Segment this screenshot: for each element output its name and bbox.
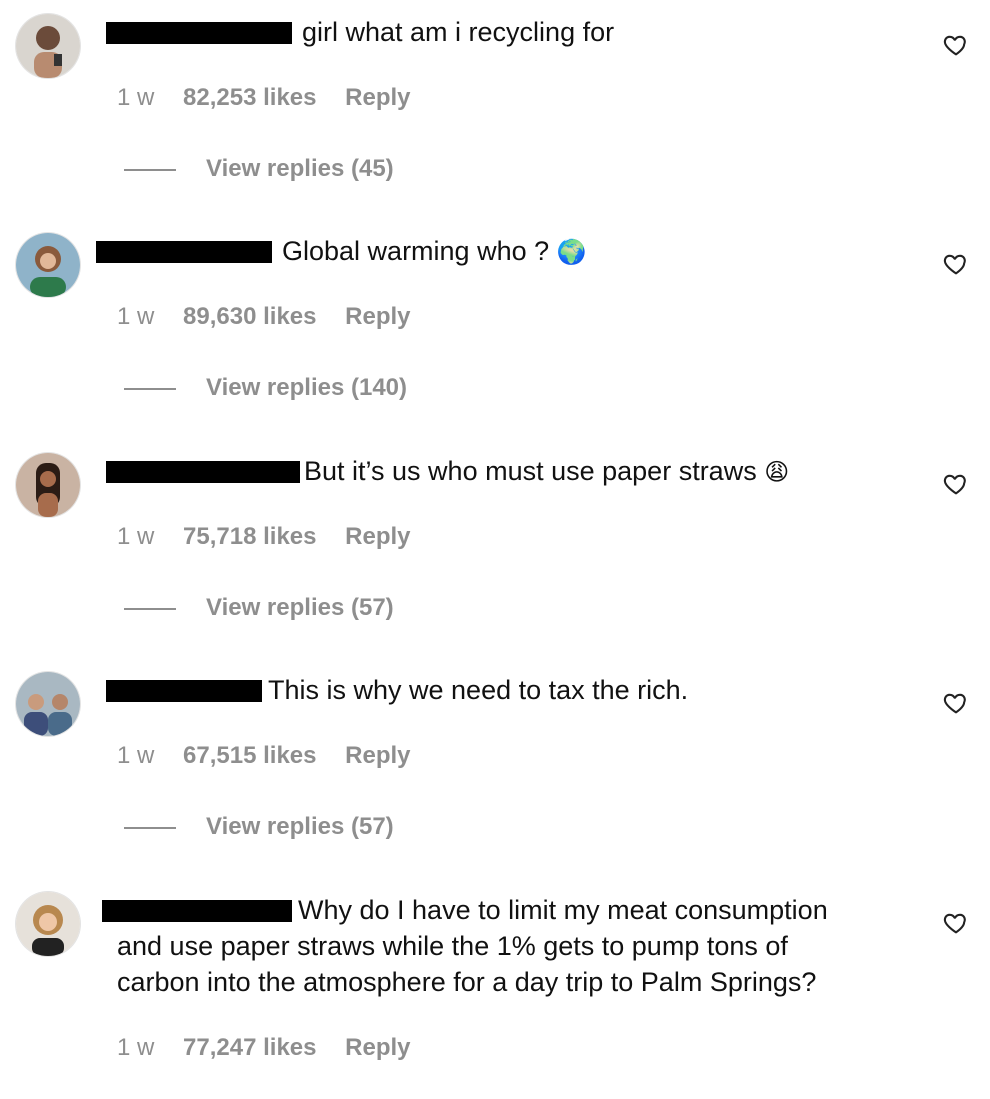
comment-age: 1 w xyxy=(117,1034,155,1061)
reply-button[interactable]: Reply xyxy=(345,84,410,111)
comment-text-body: But it’s us who must use paper straws xyxy=(304,456,757,486)
view-replies-label[interactable]: View replies (57) xyxy=(206,594,394,621)
reply-button[interactable]: Reply xyxy=(345,742,410,769)
view-replies-button[interactable]: View replies (140) xyxy=(124,374,407,402)
view-replies-button[interactable]: View replies (57) xyxy=(124,813,394,841)
redacted-username xyxy=(102,900,292,922)
like-count[interactable]: 67,515 likes xyxy=(183,742,316,769)
view-replies-button[interactable]: View replies (45) xyxy=(124,155,394,183)
comment-meta: 1 w 89,630 likes Reply xyxy=(117,303,433,331)
like-count[interactable]: 75,718 likes xyxy=(183,523,316,550)
redacted-username xyxy=(106,22,292,44)
comment-age: 1 w xyxy=(117,84,155,111)
redacted-username xyxy=(96,241,272,263)
comment-meta: 1 w 67,515 likes Reply xyxy=(117,742,433,770)
heart-outline-icon[interactable] xyxy=(942,689,970,717)
view-replies-label[interactable]: View replies (140) xyxy=(206,374,407,401)
like-count[interactable]: 82,253 likes xyxy=(183,84,316,111)
reply-button[interactable]: Reply xyxy=(345,303,410,330)
view-replies-label[interactable]: View replies (45) xyxy=(206,155,394,182)
heart-outline-icon[interactable] xyxy=(942,909,970,937)
comment-age: 1 w xyxy=(117,303,155,330)
view-replies-label[interactable]: View replies (57) xyxy=(206,813,394,840)
comment-text-line-2: and use paper straws while the 1% gets t… xyxy=(117,931,788,961)
globe-emoji: 🌍 xyxy=(556,238,587,266)
like-count[interactable]: 89,630 likes xyxy=(183,303,316,330)
comment-meta: 1 w 82,253 likes Reply xyxy=(117,84,433,112)
view-replies-button[interactable]: View replies (57) xyxy=(124,594,394,622)
divider-line xyxy=(124,387,176,390)
comment-text-body: Global warming who ? xyxy=(282,236,550,266)
user-avatar[interactable] xyxy=(16,14,80,78)
heart-outline-icon[interactable] xyxy=(942,470,970,498)
comment-text: Global warming who ? 🌍 xyxy=(282,233,587,270)
like-count[interactable]: 77,247 likes xyxy=(183,1034,316,1061)
redacted-username xyxy=(106,461,300,483)
divider-line xyxy=(124,168,176,171)
comment-text: girl what am i recycling for xyxy=(302,17,615,47)
user-avatar[interactable] xyxy=(16,233,80,297)
user-avatar[interactable] xyxy=(16,892,80,956)
divider-line xyxy=(124,607,176,610)
comment-text: This is why we need to tax the rich. xyxy=(268,675,689,705)
weary-face-emoji: 😩 xyxy=(764,458,790,486)
comment-meta: 1 w 77,247 likes Reply xyxy=(117,1034,433,1062)
comment-text: But it’s us who must use paper straws 😩 xyxy=(304,453,789,490)
user-avatar[interactable] xyxy=(16,453,80,517)
comment-text-line-3: carbon into the atmosphere for a day tri… xyxy=(117,967,817,997)
reply-button[interactable]: Reply xyxy=(345,1034,410,1061)
heart-outline-icon[interactable] xyxy=(942,250,970,278)
comment-age: 1 w xyxy=(117,523,155,550)
redacted-username xyxy=(106,680,262,702)
heart-outline-icon[interactable] xyxy=(942,31,970,59)
comment-age: 1 w xyxy=(117,742,155,769)
comment-text-line-1: Why do I have to limit my meat consumpti… xyxy=(298,895,828,925)
divider-line xyxy=(124,826,176,829)
reply-button[interactable]: Reply xyxy=(345,523,410,550)
comment-meta: 1 w 75,718 likes Reply xyxy=(117,523,433,551)
user-avatar[interactable] xyxy=(16,672,80,736)
